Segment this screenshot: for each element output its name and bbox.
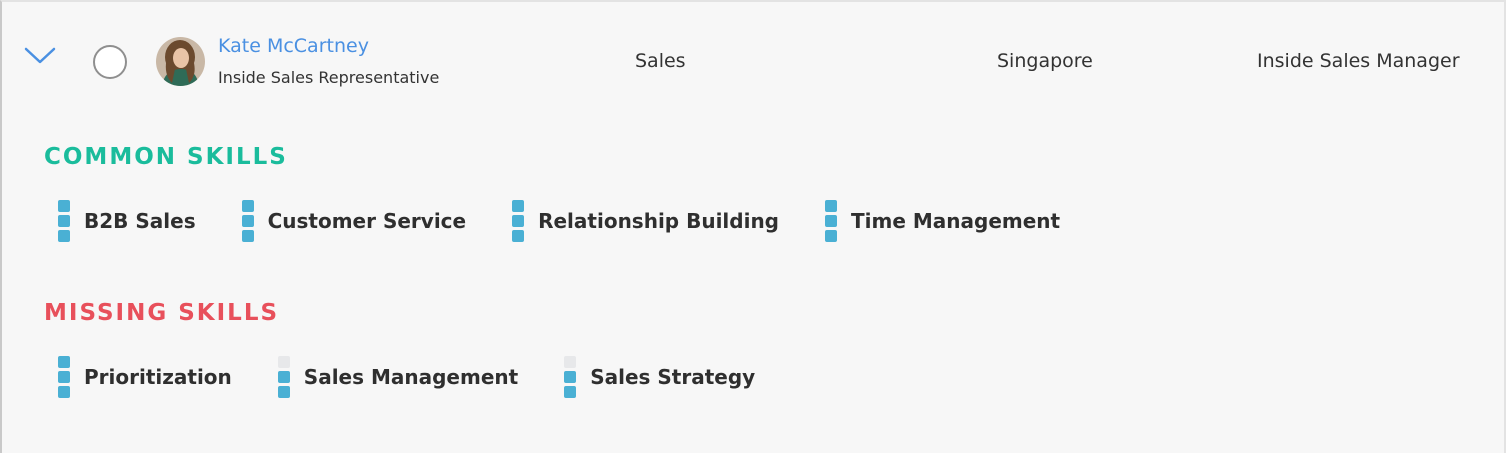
- skill-level-segment: [58, 200, 70, 212]
- skill-level-segment: [512, 230, 525, 242]
- skill-level-segment: [564, 386, 577, 398]
- skill-label: Sales Management: [303, 365, 519, 389]
- select-radio[interactable]: [93, 45, 127, 79]
- employee-name-link[interactable]: Kate McCartney: [218, 35, 369, 57]
- skill-level-segment: [825, 215, 838, 227]
- skill-level-segment: [58, 215, 70, 227]
- skill-level-segment: [58, 371, 70, 383]
- skill-level-segment: [564, 371, 577, 383]
- skill-level-bar: [241, 200, 254, 242]
- skill-level-bar: [277, 356, 290, 398]
- avatar: [156, 37, 205, 86]
- skill-level-segment: [277, 386, 290, 398]
- skill-level-segment: [241, 230, 254, 242]
- skill-level-segment: [58, 356, 70, 368]
- skill-level-segment: [512, 200, 525, 212]
- skill-level-segment: [825, 200, 838, 212]
- skill-level-segment: [58, 386, 70, 398]
- chevron-down-icon[interactable]: [24, 46, 56, 66]
- skill-level-bar: [58, 356, 70, 398]
- department-cell: Sales: [635, 50, 686, 72]
- skill-level-bar: [564, 356, 577, 398]
- skill-label: Relationship Building: [538, 209, 780, 233]
- skill-item: B2B Sales: [58, 200, 196, 242]
- skill-item: Sales Management: [277, 356, 519, 398]
- skill-level-bar: [58, 200, 70, 242]
- skill-level-segment: [277, 356, 290, 368]
- skill-item: Customer Service: [241, 200, 467, 242]
- skill-label: Customer Service: [267, 209, 467, 233]
- missing-skills-heading: MISSING SKILLS: [44, 300, 280, 326]
- target-role-cell: Inside Sales Manager: [1257, 50, 1460, 72]
- skill-level-segment: [241, 215, 254, 227]
- skill-level-segment: [277, 371, 290, 383]
- skill-level-segment: [241, 200, 254, 212]
- location-cell: Singapore: [997, 50, 1093, 72]
- skill-item: Sales Strategy: [564, 356, 755, 398]
- missing-skills-list: Prioritization Sales Management Sales Stra…: [58, 356, 801, 398]
- skill-level-segment: [564, 356, 577, 368]
- skill-item: Time Management: [825, 200, 1060, 242]
- employee-title: Inside Sales Representative: [218, 68, 440, 87]
- skill-item: Relationship Building: [512, 200, 779, 242]
- skill-item: Prioritization: [58, 356, 232, 398]
- skill-level-bar: [512, 200, 525, 242]
- skill-level-segment: [512, 215, 525, 227]
- skill-label: Sales Strategy: [590, 365, 756, 389]
- skill-label: Prioritization: [84, 365, 232, 389]
- skill-label: B2B Sales: [84, 209, 196, 233]
- common-skills-list: B2B Sales Customer Service Relationship Bu…: [58, 200, 1106, 242]
- skill-level-segment: [58, 230, 70, 242]
- skill-level-bar: [825, 200, 838, 242]
- common-skills-heading: COMMON SKILLS: [44, 144, 288, 170]
- employee-card: Kate McCartney Inside Sales Representati…: [0, 0, 1506, 453]
- skill-level-segment: [825, 230, 838, 242]
- skill-label: Time Management: [851, 209, 1061, 233]
